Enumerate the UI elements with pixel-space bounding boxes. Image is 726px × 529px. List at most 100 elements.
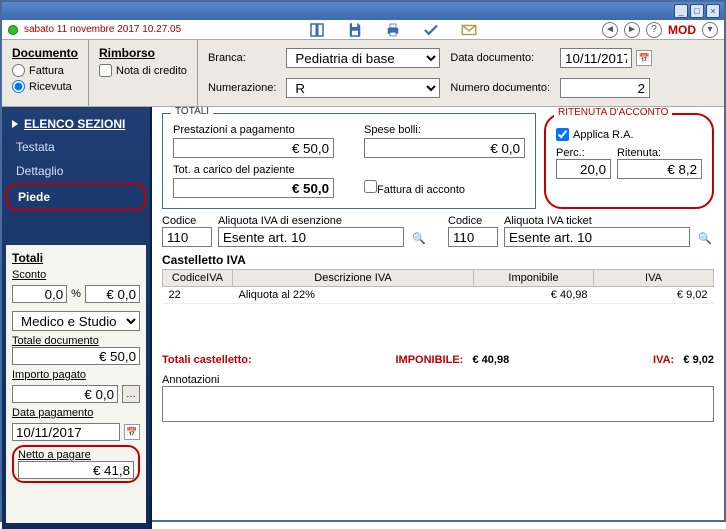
branca-label: Branca: [208,52,276,64]
status-bar: sabato 11 novembre 2017 10.27.05 ◄ ► ? M… [2,20,724,40]
print-icon[interactable] [383,20,403,40]
rimborso-title: Rimborso [99,46,187,60]
annotazioni-textarea[interactable] [162,386,714,422]
aliq-tkt-label: Aliquota IVA ticket [504,215,690,227]
status-datetime: sabato 11 novembre 2017 10.27.05 [24,24,181,35]
calendar-icon[interactable]: 📅 [636,50,652,66]
spese-input [364,138,525,158]
imponibile-value: € 40,98 [473,354,510,366]
data-doc-label: Data documento: [450,52,550,64]
nav-forward-button[interactable]: ► [624,22,640,38]
book-icon[interactable] [307,20,327,40]
cell-codice: 22 [163,287,233,304]
prest-input [173,138,334,158]
collapse-button[interactable]: ▾ [702,22,718,38]
totcar-input [173,178,334,198]
nota-credito-label: Nota di credito [116,65,187,77]
help-button[interactable]: ? [646,22,662,38]
cell-descr: Aliquota al 22% [233,287,474,304]
totcast-label: Totali castelletto: [162,354,252,366]
totals-header: Totali [12,251,140,265]
prest-label: Prestazioni a pagamento [173,124,334,136]
cell-imp: € 40,98 [474,287,594,304]
totdoc-label: Totale documento [12,335,140,347]
fattura-radio[interactable]: Fattura [12,64,78,77]
codice1-label: Codice [162,215,212,227]
numerazione-label: Numerazione: [208,82,276,94]
imponibile-label: IMPONIBILE: [395,354,463,366]
ritenuta-input [617,159,702,179]
sconto-perc-input[interactable] [12,285,67,303]
sidebar-header: ELENCO SEZIONI [6,113,146,135]
calendar-icon[interactable]: 📅 [124,424,140,440]
spese-label: Spese bolli: [364,124,525,136]
totcar-label: Tot. a carico del paziente [173,164,334,176]
col-descrizione[interactable]: Descrizione IVA [233,270,474,287]
importo-label: Importo pagato [12,369,140,381]
esen1-input[interactable] [218,227,404,247]
nav-back-button[interactable]: ◄ [602,22,618,38]
close-button[interactable]: × [706,4,720,18]
aliq-esen-label: Aliquota IVA di esenzione [218,215,404,227]
lookup2-icon[interactable]: 🔍 [696,229,714,247]
rimborso-panel: Rimborso Nota di credito [88,40,198,106]
netto-label: Netto a pagare [18,449,134,461]
check-icon[interactable] [421,20,441,40]
medico-select[interactable]: Medico e Studio [12,311,140,331]
ritenuta-group-label: RITENUTA D'ACCONTO [554,107,672,118]
titlebar: _ □ × [2,2,724,20]
main-content: TOTALI Prestazioni a pagamento Spese bol… [152,107,724,529]
documento-panel: Documento Fattura Ricevuta [2,40,88,106]
mail-icon[interactable] [459,20,479,40]
numdoc-input[interactable] [560,78,650,98]
codice1-input[interactable] [162,227,212,247]
lookup1-icon[interactable]: 🔍 [410,229,428,247]
status-dot-icon [8,25,18,35]
fattura-label: Fattura [29,65,64,77]
codice2-label: Codice [448,215,498,227]
datapag-label: Data pagamento [12,407,140,419]
applica-ra-check[interactable]: Applica R.A. [556,128,702,141]
cell-iva: € 9,02 [594,287,714,304]
ricevuta-label: Ricevuta [29,81,72,93]
fattura-acconto-label: Fattura di acconto [377,184,465,196]
codice2-input[interactable] [448,227,498,247]
col-codiceiva[interactable]: CodiceIVA [163,270,233,287]
col-imponibile[interactable]: Imponibile [474,270,594,287]
branca-select[interactable]: Pediatria di base [286,48,440,68]
ritenuta-label: Ritenuta: [617,147,661,159]
iva-label: IVA: [653,354,674,366]
sidebar-item-piede[interactable]: Piede [6,183,146,211]
sconto-eur-input[interactable] [85,285,140,303]
sidebar-item-testata[interactable]: Testata [6,135,146,159]
documento-title: Documento [12,46,78,60]
importo-more-button[interactable]: … [122,385,140,403]
esen2-input[interactable] [504,227,690,247]
netto-input [18,461,134,479]
maximize-button[interactable]: □ [690,4,704,18]
mode-label: MOD [668,23,696,37]
col-iva[interactable]: IVA [594,270,714,287]
totals-sidebar: Totali Sconto % Medico e Studio Totale d… [6,245,146,523]
save-icon[interactable] [345,20,365,40]
datapag-input[interactable] [12,423,120,441]
perc-input[interactable] [556,159,611,179]
fattura-acconto-check[interactable]: Fattura di acconto [364,180,465,196]
ricevuta-radio[interactable]: Ricevuta [12,80,78,93]
sidebar-item-dettaglio[interactable]: Dettaglio [6,159,146,183]
sconto-label: Sconto [12,269,140,281]
numerazione-select[interactable]: R [286,78,440,98]
table-row[interactable]: 22 Aliquota al 22% € 40,98 € 9,02 [163,287,714,304]
chevron-right-icon [12,120,18,128]
ritenuta-group: RITENUTA D'ACCONTO Applica R.A. Perc.: R… [544,113,714,209]
perc-label: Perc.: [556,147,585,159]
nota-credito-check[interactable]: Nota di credito [99,64,187,77]
applica-ra-label: Applica R.A. [573,129,634,141]
totali-group-label: TOTALI [171,107,213,117]
data-doc-input[interactable] [560,48,632,68]
importo-input[interactable] [12,385,118,403]
minimize-button[interactable]: _ [674,4,688,18]
numdoc-label: Numero documento: [450,82,550,94]
iva-value: € 9,02 [683,354,714,366]
castelletto-totals: Totali castelletto: IMPONIBILE: € 40,98 … [162,354,714,366]
